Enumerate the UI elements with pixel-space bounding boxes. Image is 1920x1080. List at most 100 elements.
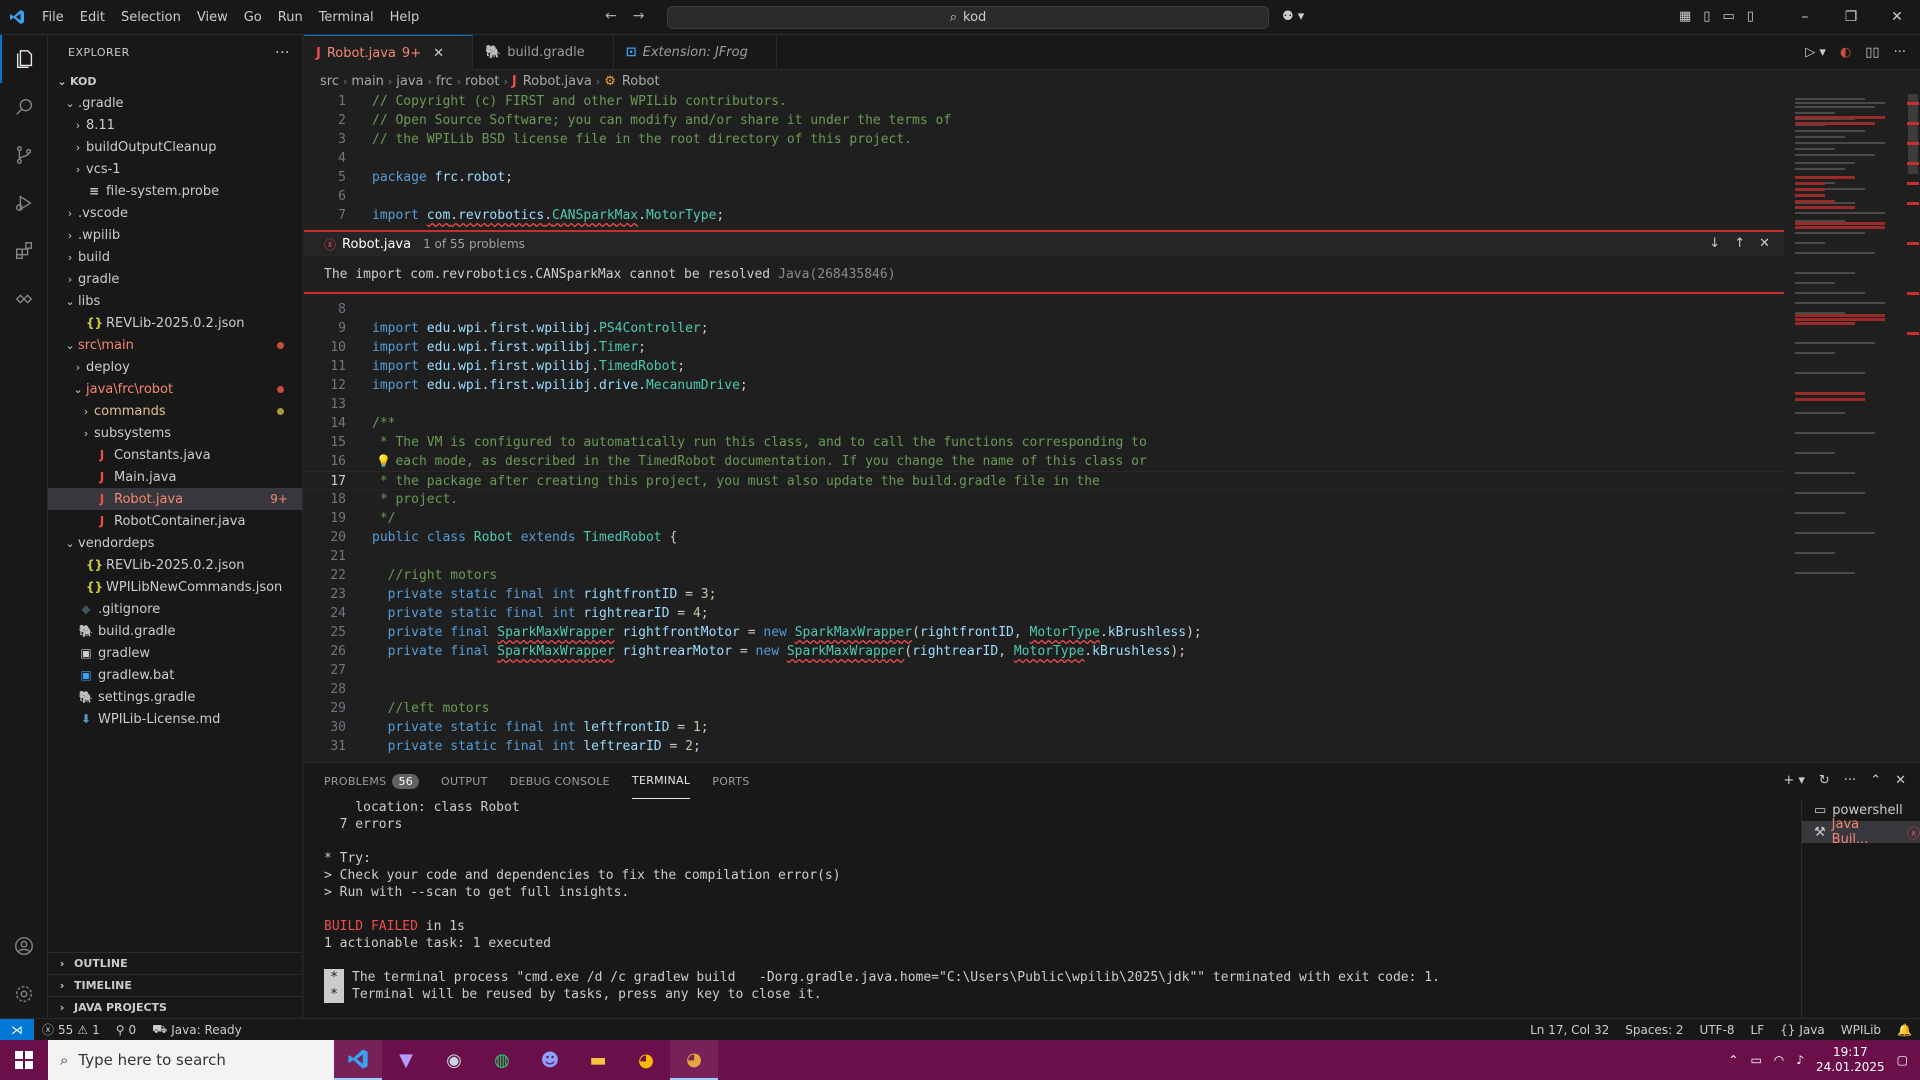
wifi-icon[interactable]: ◠ (1774, 1053, 1784, 1067)
windows-start-icon[interactable] (0, 1040, 48, 1080)
tree-file[interactable]: ◆ .gitignore (48, 598, 302, 620)
code-line[interactable]: 15 * The VM is configured to automatical… (304, 433, 1784, 452)
code-line[interactable]: 30 private static final int leftfrontID … (304, 718, 1784, 737)
code-line[interactable]: 16 * each mode, as described in the Time… (304, 452, 1784, 471)
tree-folder[interactable]: › 8.11 (48, 114, 302, 136)
code-line[interactable]: 29 //left motors (304, 699, 1784, 718)
code-line[interactable]: 19 */ (304, 509, 1784, 528)
code-line[interactable]: 24 private static final int rightrearID … (304, 604, 1784, 623)
encoding[interactable]: UTF-8 (1692, 1023, 1743, 1037)
panel-tab-output[interactable]: OUTPUT (441, 763, 488, 799)
minimize-icon[interactable]: – (1782, 0, 1828, 35)
toggle-primary-sidebar-icon[interactable]: ▯ (1703, 9, 1710, 24)
maximize-panel-icon[interactable]: ⌃ (1870, 773, 1881, 788)
menu-edit[interactable]: Edit (72, 0, 113, 35)
close-panel-icon[interactable]: ✕ (1895, 773, 1906, 788)
menu-go[interactable]: Go (236, 0, 270, 35)
code-line[interactable]: 3 // the WPILib BSD license file in the r… (304, 130, 1784, 149)
tree-file[interactable]: 🐘 build.gradle (48, 620, 302, 642)
code-line[interactable]: 31 private static final int leftrearID =… (304, 737, 1784, 756)
close-peek-icon[interactable]: ✕ (1759, 236, 1770, 251)
code-line[interactable]: 8 (304, 300, 1784, 319)
breadcrumb-item[interactable]: frc (436, 74, 453, 89)
tree-folder[interactable]: › vcs-1 (48, 158, 302, 180)
tree-file[interactable]: J Main.java (48, 466, 302, 488)
tree-file[interactable]: ⬇ WPILib-License.md (48, 708, 302, 730)
split-editor-icon[interactable]: ▯▯ (1865, 45, 1879, 60)
code-line[interactable]: 4 (304, 149, 1784, 168)
steam-taskbar-icon[interactable]: ◉ (430, 1040, 478, 1080)
clock[interactable]: 19:17 24.01.2025 (1816, 1045, 1885, 1075)
cursor-position[interactable]: Ln 17, Col 32 (1522, 1023, 1617, 1037)
source-control-icon[interactable] (0, 131, 48, 179)
toggle-secondary-sidebar-icon[interactable]: ▯ (1747, 9, 1754, 24)
tree-folder[interactable]: ⌄ java\frc\robot (48, 378, 302, 400)
terminal-instance[interactable]: ⚒ Java Buil... ⓧ (1802, 817, 1920, 847)
language-mode[interactable]: {} Java (1772, 1023, 1833, 1037)
more-actions-icon[interactable]: ··· (1844, 773, 1856, 788)
breadcrumb-item[interactable]: Robot.java (523, 74, 592, 89)
notification-center-icon[interactable]: ▢ (1897, 1053, 1908, 1067)
manage-gear-icon[interactable] (0, 970, 48, 1018)
tree-folder[interactable]: › .vscode (48, 202, 302, 224)
debug-icon[interactable]: ◐ (1840, 45, 1851, 60)
tree-folder[interactable]: › gradle (48, 268, 302, 290)
run-debug-icon[interactable] (0, 179, 48, 227)
code-line[interactable]: 6 (304, 187, 1784, 206)
battery-icon[interactable]: ▭ (1750, 1053, 1761, 1067)
editor-tab[interactable]: 🐘 build.gradle (473, 35, 614, 70)
customize-layout-icon[interactable]: ▦ (1679, 9, 1691, 24)
restore-icon[interactable]: ❐ (1828, 0, 1874, 35)
tree-folder[interactable]: › buildOutputCleanup (48, 136, 302, 158)
tree-folder[interactable]: › deploy (48, 356, 302, 378)
extensions-icon[interactable] (0, 227, 48, 275)
panel-tab-terminal[interactable]: TERMINAL (631, 763, 691, 799)
code-line[interactable]: 9 import edu.wpi.first.wpilibj.PS4Control… (304, 319, 1784, 338)
taskbar-search[interactable]: ⌕ Type here to search (48, 1040, 334, 1080)
close-tab-icon[interactable]: ✕ (433, 46, 444, 61)
lightbulb-icon[interactable]: 💡 (376, 452, 391, 471)
code-line[interactable]: 5 package frc.robot; (304, 168, 1784, 187)
panel-tab-problems[interactable]: PROBLEMS 56 (324, 763, 420, 799)
breadcrumb-item[interactable]: main (351, 74, 383, 89)
run-icon[interactable]: ▷ ▾ (1805, 45, 1826, 60)
tree-file[interactable]: ▣ gradlew (48, 642, 302, 664)
problems-status[interactable]: ⓧ 55 ⚠ 1 (34, 1021, 108, 1038)
tree-file[interactable]: J Constants.java (48, 444, 302, 466)
editor-scrollbar[interactable] (1905, 92, 1920, 762)
menu-file[interactable]: File (34, 0, 72, 35)
command-center-search[interactable]: ⌕ kod (667, 6, 1269, 29)
tree-file[interactable]: ≡ file-system.probe (48, 180, 302, 202)
chrome-taskbar-icon[interactable]: ◕ (622, 1040, 670, 1080)
forward-arrow-icon[interactable]: → (633, 8, 645, 24)
code-line[interactable]: 27 (304, 661, 1784, 680)
tree-file[interactable]: ▣ gradlew.bat (48, 664, 302, 686)
workspace-root[interactable]: ⌄ KOD (48, 70, 302, 92)
tree-file[interactable]: J Robot.java 9+ (48, 488, 302, 510)
tree-folder[interactable]: › subsystems (48, 422, 302, 444)
chrome-canary-taskbar-icon[interactable]: ◕ (670, 1040, 718, 1080)
tree-folder[interactable]: › .wpilib (48, 224, 302, 246)
breadcrumb-item[interactable]: Robot (622, 74, 660, 89)
menu-view[interactable]: View (189, 0, 236, 35)
code-editor-top[interactable]: 1 // Copyright (c) FIRST and other WPILib… (304, 92, 1784, 230)
breadcrumb-item[interactable]: robot (465, 74, 499, 89)
ports-status[interactable]: ⚲ 0 (108, 1023, 144, 1037)
wpilib-icon[interactable] (0, 275, 48, 323)
back-arrow-icon[interactable]: ← (605, 8, 617, 24)
editor-tab[interactable]: ⊡ Extension: JFrog (614, 35, 777, 70)
more-actions-icon[interactable]: ··· (275, 45, 290, 61)
whatsapp-taskbar-icon[interactable]: ◍ (478, 1040, 526, 1080)
notifications-bell-icon[interactable]: 🔔 (1889, 1023, 1920, 1037)
discord-taskbar-icon[interactable]: ☻ (526, 1040, 574, 1080)
volume-icon[interactable]: ♪ (1796, 1053, 1804, 1067)
next-problem-icon[interactable]: ↓ (1709, 236, 1720, 251)
tree-folder[interactable]: › commands (48, 400, 302, 422)
panel-tab-debug-console[interactable]: DEBUG CONSOLE (510, 763, 610, 799)
vscode-taskbar-icon[interactable] (334, 1040, 382, 1080)
code-line[interactable]: 23 private static final int rightfrontID… (304, 585, 1784, 604)
breadcrumb-item[interactable]: src (320, 74, 339, 89)
tree-file[interactable]: J RobotContainer.java (48, 510, 302, 532)
tree-folder[interactable]: ⌄ .gradle (48, 92, 302, 114)
breadcrumb-item[interactable]: java (396, 74, 423, 89)
